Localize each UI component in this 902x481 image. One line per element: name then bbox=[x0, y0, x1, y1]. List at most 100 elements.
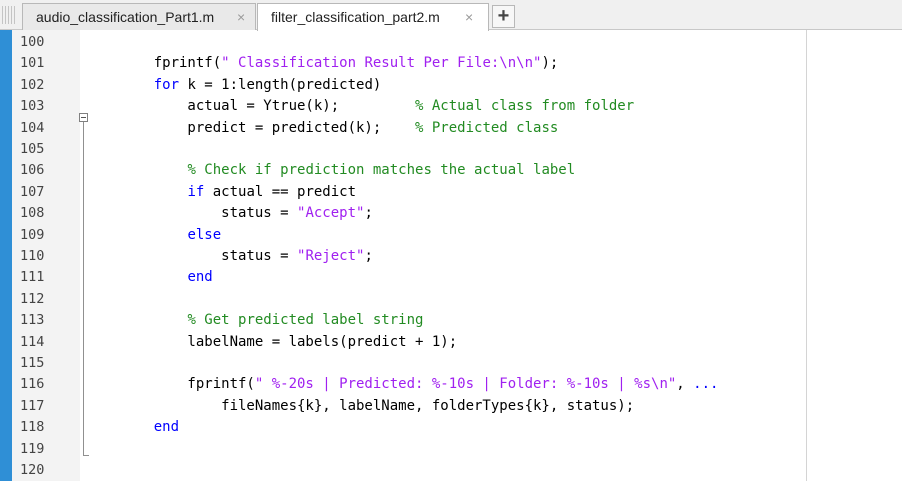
line-number: 110 bbox=[20, 248, 45, 264]
code-text: status = "Reject"; bbox=[120, 246, 373, 267]
string-token: " %-20s | Predicted: %-10s | Folder: %-1… bbox=[254, 376, 677, 393]
code-text: else bbox=[120, 225, 221, 246]
new-tab-button[interactable]: + bbox=[492, 5, 515, 28]
line-number: 105 bbox=[20, 141, 45, 157]
line-number: 115 bbox=[20, 355, 45, 371]
code-line[interactable]: 116 fprintf(" %-20s | Predicted: %-10s |… bbox=[0, 374, 902, 395]
keyword-token: else bbox=[187, 226, 222, 243]
line-number: 102 bbox=[20, 76, 45, 93]
comment-token: % Get predicted label string bbox=[187, 312, 424, 329]
code-text: % Check if prediction matches the actual… bbox=[120, 160, 575, 181]
line-number: 118 bbox=[20, 419, 45, 436]
line-number: 106 bbox=[20, 162, 45, 179]
code-token: actual == predict bbox=[204, 183, 357, 200]
line-number: 114 bbox=[20, 333, 45, 350]
code-line[interactable]: 117 fileNames{k}, labelName, folderTypes… bbox=[0, 396, 902, 417]
code-token: k = 1:length(predicted) bbox=[179, 76, 382, 93]
line-number: 107 bbox=[20, 183, 45, 200]
code-line[interactable]: 112 bbox=[0, 289, 902, 310]
keyword-token: end bbox=[153, 419, 180, 436]
code-text: labelName = labels(predict + 1); bbox=[120, 332, 457, 353]
tab-label: filter_classification_part2.m bbox=[271, 9, 440, 25]
line-number: 109 bbox=[20, 226, 45, 243]
code-token: actual = Ytrue(k); bbox=[120, 98, 416, 115]
line-number: 108 bbox=[20, 205, 45, 222]
line-number: 120 bbox=[20, 462, 45, 478]
comment-token: % Check if prediction matches the actual… bbox=[187, 162, 576, 179]
code-text: fprintf(" %-20s | Predicted: %-10s | Fol… bbox=[120, 374, 718, 395]
code-line[interactable]: 111 end bbox=[0, 267, 902, 288]
code-text: status = "Accept"; bbox=[120, 203, 373, 224]
close-icon[interactable]: × bbox=[465, 4, 473, 30]
code-line[interactable]: 115 bbox=[0, 353, 902, 374]
line-number: 112 bbox=[20, 290, 45, 307]
code-line[interactable]: 120 bbox=[0, 460, 902, 481]
fold-range-end bbox=[83, 455, 89, 456]
code-token: status = bbox=[120, 248, 298, 264]
code-text: end bbox=[120, 267, 213, 288]
keyword-token: end bbox=[187, 269, 213, 286]
code-editor[interactable]: 100 101 fprintf(" Classification Result P… bbox=[0, 30, 902, 481]
code-line[interactable]: 113 % Get predicted label string bbox=[0, 310, 902, 331]
close-icon[interactable]: × bbox=[237, 4, 245, 30]
line-number: 117 bbox=[20, 397, 45, 414]
code-token: fprintf( bbox=[120, 376, 255, 393]
code-line[interactable]: 104 predict = predicted(k); % Predicted … bbox=[0, 118, 902, 139]
code-token: ; bbox=[364, 248, 373, 264]
line-number: 101 bbox=[20, 55, 45, 72]
code-line[interactable]: 106 % Check if prediction matches the ac… bbox=[0, 160, 902, 181]
comment-token: % Actual class from folder bbox=[415, 98, 635, 115]
code-line[interactable]: 109 else bbox=[0, 225, 902, 246]
fold-range-line bbox=[83, 122, 84, 456]
string-token: "Reject" bbox=[297, 248, 365, 264]
code-line[interactable]: 103 actual = Ytrue(k); % Actual class fr… bbox=[0, 96, 902, 117]
tab-filter-classification[interactable]: filter_classification_part2.m × bbox=[257, 3, 489, 31]
code-text: for k = 1:length(predicted) bbox=[120, 75, 382, 96]
code-line[interactable]: 110 status = "Reject"; bbox=[0, 246, 902, 267]
code-text: fileNames{k}, labelName, folderTypes{k},… bbox=[120, 396, 634, 417]
code-text: predict = predicted(k); % Predicted clas… bbox=[120, 118, 558, 139]
code-token: fprintf( bbox=[120, 55, 222, 72]
code-token: status = bbox=[120, 205, 298, 222]
tab-label: audio_classification_Part1.m bbox=[36, 9, 215, 25]
code-line[interactable]: 114 labelName = labels(predict + 1); bbox=[0, 332, 902, 353]
code-line[interactable]: 118 end bbox=[0, 417, 902, 438]
string-token: "Accept" bbox=[297, 205, 365, 222]
line-number: 116 bbox=[20, 376, 45, 393]
code-token: ); bbox=[541, 55, 559, 72]
line-number: 104 bbox=[20, 119, 45, 136]
code-text: % Get predicted label string bbox=[120, 310, 423, 331]
code-line[interactable]: 107 if actual == predict bbox=[0, 182, 902, 203]
code-token: , bbox=[676, 376, 694, 393]
code-line[interactable]: 108 status = "Accept"; bbox=[0, 203, 902, 224]
comment-token: % Predicted class bbox=[415, 119, 559, 136]
tab-bar-grip[interactable] bbox=[2, 6, 16, 24]
code-text: if actual == predict bbox=[120, 182, 356, 203]
keyword-token: ... bbox=[693, 376, 719, 393]
code-line[interactable]: 119 bbox=[0, 439, 902, 460]
code-token: predict = predicted(k); bbox=[120, 119, 416, 136]
code-token: labelName = labels(predict + 1); bbox=[120, 333, 458, 350]
tab-audio-classification[interactable]: audio_classification_Part1.m × bbox=[22, 3, 256, 30]
code-text: fprintf(" Classification Result Per File… bbox=[120, 53, 559, 74]
code-line[interactable]: 100 bbox=[0, 32, 902, 53]
code-text: end bbox=[120, 417, 179, 438]
code-token: fileNames{k}, labelName, folderTypes{k},… bbox=[120, 397, 635, 414]
line-number: 113 bbox=[20, 312, 45, 329]
code-token: ; bbox=[364, 205, 373, 222]
code-line[interactable]: 102 for k = 1:length(predicted) bbox=[0, 75, 902, 96]
code-line[interactable]: 101 fprintf(" Classification Result Per … bbox=[0, 53, 902, 74]
line-number: 111 bbox=[20, 269, 45, 286]
keyword-token: if bbox=[187, 183, 205, 200]
code-line[interactable]: 105 bbox=[0, 139, 902, 160]
line-number: 103 bbox=[20, 98, 45, 115]
string-token: " Classification Result Per File:\n\n" bbox=[221, 55, 542, 72]
fold-collapse-icon[interactable] bbox=[79, 113, 88, 122]
